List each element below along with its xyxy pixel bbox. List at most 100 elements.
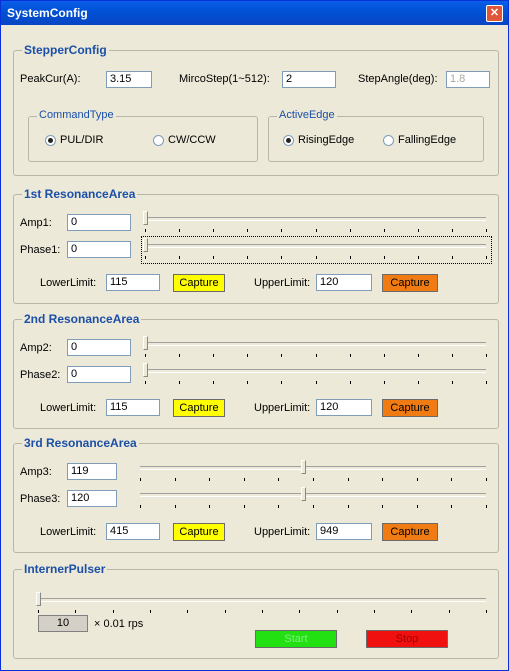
area2-phase-slider-tick [281, 381, 283, 384]
area1-phase-input[interactable]: 0 [67, 241, 131, 258]
radio-falling-edge[interactable] [383, 135, 394, 146]
area2-phase-slider-thumb[interactable] [143, 363, 148, 377]
area2-amp-slider-tick [315, 354, 317, 357]
area3-amp-label: Amp3: [20, 466, 52, 478]
area2-phase-slider-track [145, 369, 486, 373]
area1-amp-slider-tick [213, 229, 215, 232]
speed-slider-tick [411, 610, 413, 613]
area3-phase-label: Phase3: [20, 493, 61, 505]
area3-phase-slider[interactable] [140, 487, 487, 509]
area2-amp-slider-thumb[interactable] [143, 336, 148, 350]
area1-amp-input[interactable]: 0 [67, 214, 131, 231]
area2-phase-slider-tick [145, 381, 146, 384]
area3-phase-slider-tick [486, 505, 487, 508]
area1-amp-slider-thumb[interactable] [143, 211, 148, 225]
area3-amp-slider-tick [313, 478, 314, 481]
interner-pulser-group: InternerPulser 10 × 0.01 rps Start Stop [13, 562, 499, 659]
area1-amp-label: Amp1: [20, 217, 52, 229]
area2-amp-slider-tick [486, 354, 487, 357]
area2-capture-upper-button[interactable]: Capture [382, 399, 438, 417]
area2-amp-slider-track [145, 342, 486, 346]
area3-amp-slider-tick [486, 478, 487, 481]
area3-amp-slider-tick [243, 478, 245, 481]
area2-amp-input[interactable]: 0 [67, 339, 131, 356]
area3-amp-slider-thumb[interactable] [300, 460, 306, 474]
radio-cw-ccw[interactable] [153, 135, 164, 146]
area2-amp-slider-tick [417, 354, 419, 357]
area2-phase-input[interactable]: 0 [67, 366, 131, 383]
speed-slider-tick [448, 610, 450, 613]
area2-phase-slider-tick [179, 381, 181, 384]
area1-amp-slider-track [145, 217, 486, 221]
area3-phase-slider-tick [174, 505, 176, 508]
area3-phase-slider-tick [416, 505, 418, 508]
area1-capture-upper-button[interactable]: Capture [382, 274, 438, 292]
area2-title: 2nd ResonanceArea [22, 312, 142, 326]
area1-lower-input[interactable]: 115 [106, 274, 160, 291]
speed-slider-tick [187, 610, 189, 613]
speed-slider-tick [150, 610, 151, 613]
area3-amp-slider-tick [347, 478, 349, 481]
area1-phase-label: Phase1: [20, 244, 61, 256]
command-type-group: CommandType PUL/DIR CW/CCW [28, 109, 258, 162]
area2-upper-input[interactable]: 120 [316, 399, 372, 416]
area3-upper-input[interactable]: 949 [316, 523, 372, 540]
speed-slider-tick [224, 610, 226, 613]
start-button[interactable]: Start [255, 630, 337, 648]
speed-slider-tick [486, 610, 487, 613]
area3-amp-slider-tick [382, 478, 384, 481]
area3-phase-slider-track [140, 493, 486, 497]
area2-amp-slider[interactable] [143, 336, 487, 358]
area2-lower-label: LowerLimit: [40, 402, 97, 414]
command-type-title: CommandType [37, 109, 116, 121]
area3-amp-slider-tick [278, 478, 280, 481]
area2-capture-lower-button[interactable]: Capture [173, 399, 225, 417]
speed-slider-track [38, 598, 486, 602]
area2-lower-input[interactable]: 115 [106, 399, 160, 416]
area3-lower-input[interactable]: 415 [106, 523, 160, 540]
area1-amp-slider-tick [417, 229, 419, 232]
area1-amp-slider-tick [179, 229, 181, 232]
close-icon[interactable]: ✕ [486, 5, 503, 22]
area1-amp-slider-tick [383, 229, 385, 232]
stepper-config-title: StepperConfig [22, 43, 109, 57]
area2-amp-slider-tick [213, 354, 215, 357]
radio-pul-dir[interactable] [45, 135, 56, 146]
speed-slider-thumb[interactable] [36, 592, 41, 606]
area3-phase-input[interactable]: 120 [67, 490, 117, 507]
radio-pul-dir-label: PUL/DIR [60, 134, 104, 146]
speed-slider-tick [374, 610, 375, 613]
stepangle-input: 1.8 [446, 71, 490, 88]
area1-capture-lower-button[interactable]: Capture [173, 274, 225, 292]
area1-upper-input[interactable]: 120 [316, 274, 372, 291]
area3-phase-slider-tick [451, 505, 453, 508]
area3-capture-lower-button[interactable]: Capture [173, 523, 225, 541]
area3-phase-slider-tick [278, 505, 280, 508]
speed-slider-tick [112, 610, 114, 613]
speed-slider[interactable] [36, 592, 487, 614]
area1-title: 1st ResonanceArea [22, 187, 138, 201]
area3-phase-slider-thumb[interactable] [300, 487, 306, 501]
area1-amp-slider-tick [247, 229, 249, 232]
speed-slider-tick [336, 610, 338, 613]
peakcur-label: PeakCur(A): [20, 73, 81, 85]
area3-amp-input[interactable]: 119 [67, 463, 117, 480]
window-title: SystemConfig [7, 6, 88, 20]
speed-slider-tick [38, 610, 39, 613]
radio-falling-edge-label: FallingEdge [398, 134, 457, 146]
area1-amp-slider-tick [315, 229, 317, 232]
radio-rising-edge[interactable] [283, 135, 294, 146]
system-config-window: SystemConfig ✕ StepperConfig PeakCur(A):… [0, 0, 509, 671]
area3-amp-slider[interactable] [140, 460, 487, 482]
peakcur-input[interactable]: 3.15 [106, 71, 152, 88]
microstep-input[interactable]: 2 [282, 71, 336, 88]
area3-phase-slider-tick [243, 505, 245, 508]
area2-phase-slider[interactable] [143, 363, 487, 385]
stop-button[interactable]: Stop [366, 630, 448, 648]
title-bar[interactable]: SystemConfig ✕ [1, 1, 508, 25]
area3-capture-upper-button[interactable]: Capture [382, 523, 438, 541]
speed-slider-tick [262, 610, 263, 613]
area1-amp-slider[interactable] [143, 211, 487, 233]
area2-phase-slider-tick [247, 381, 249, 384]
area2-phase-slider-tick [349, 381, 351, 384]
